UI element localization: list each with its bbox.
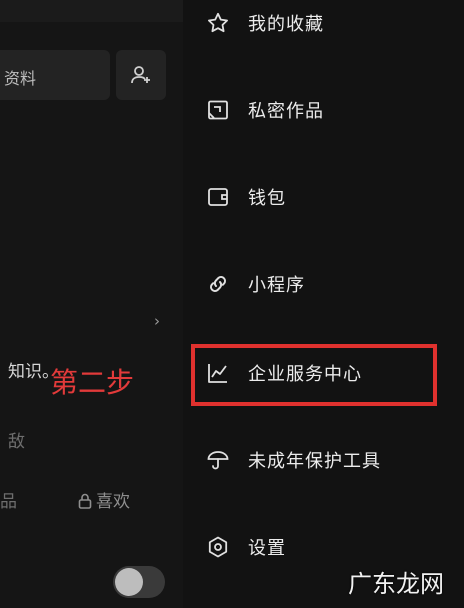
step-annotation: 第二步 <box>50 366 135 399</box>
menu-item-favorites[interactable]: 我的收藏 <box>205 3 455 43</box>
toggle-knob <box>115 568 143 596</box>
menu-item-label: 未成年保护工具 <box>248 451 381 472</box>
tab-likes[interactable]: 喜欢 <box>78 487 130 512</box>
settings-hexagon-icon <box>205 534 231 560</box>
umbrella-icon <box>205 447 231 473</box>
lock-icon <box>78 493 92 509</box>
profile-bio-text-2: 敌 <box>8 432 25 452</box>
menu-item-label: 钱包 <box>248 188 286 209</box>
edit-profile-button[interactable]: 资料 <box>0 50 110 100</box>
chevron-right-icon[interactable]: › <box>154 312 160 330</box>
add-friend-button[interactable] <box>116 50 166 100</box>
menu-item-private-works[interactable]: 私密作品 <box>205 90 455 130</box>
menu-item-label: 私密作品 <box>248 101 324 122</box>
tab-likes-label: 喜欢 <box>96 492 130 512</box>
mini-program-link-icon <box>205 271 231 297</box>
profile-page-background: 资料 › 知识。 敌 品 喜欢 <box>0 0 183 608</box>
watermark-text: 广东龙网 <box>348 570 444 598</box>
toggle-switch[interactable] <box>113 566 165 598</box>
star-icon <box>205 10 231 36</box>
menu-item-label: 设置 <box>248 538 286 559</box>
tab-works[interactable]: 品 <box>0 487 17 512</box>
menu-item-label: 小程序 <box>248 275 305 296</box>
menu-item-mini-program[interactable]: 小程序 <box>205 264 455 304</box>
menu-item-label: 我的收藏 <box>248 14 324 35</box>
menu-item-settings[interactable]: 设置 <box>205 527 455 567</box>
edit-profile-label: 资料 <box>4 69 37 88</box>
side-drawer-menu: 我的收藏 私密作品 钱包 小程序 企业服务中心 未成年保护工具 设置 <box>183 0 464 608</box>
add-user-icon <box>131 66 150 84</box>
menu-item-minor-protection-tools[interactable]: 未成年保护工具 <box>205 440 455 480</box>
menu-item-wallet[interactable]: 钱包 <box>205 177 455 217</box>
wallet-icon <box>205 184 231 210</box>
private-works-icon <box>205 97 231 123</box>
profile-header-strip <box>0 0 183 22</box>
highlight-box <box>191 344 437 406</box>
